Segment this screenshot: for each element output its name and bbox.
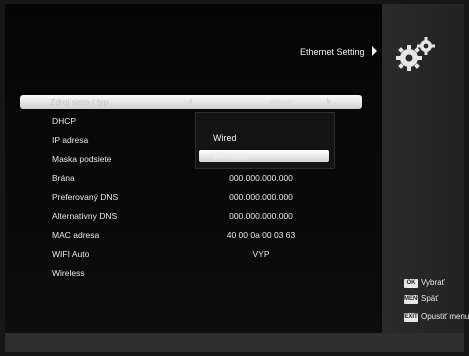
help-exit-label: Opustiť menu bbox=[421, 312, 469, 321]
menu-value-gateway: 000.000.000.000 bbox=[229, 173, 293, 183]
menu-key-icon: MENU bbox=[404, 294, 422, 304]
exit-key-icon: EXIT bbox=[404, 312, 418, 322]
menu-value-wireless bbox=[222, 265, 300, 281]
menu-row-gateway[interactable]: Brána bbox=[52, 170, 75, 186]
network-type-value: Wired bbox=[269, 97, 293, 107]
dropdown-option-wired[interactable]: Wired bbox=[213, 131, 237, 145]
menu-row-dhcp[interactable]: DHCP bbox=[52, 113, 76, 129]
help-ok: OK Vybrať bbox=[404, 276, 445, 290]
menu-row-ip-address[interactable]: IP adresa bbox=[52, 132, 88, 148]
page-title: Ethernet Setting bbox=[300, 47, 365, 57]
help-exit: EXIT Opustiť menu bbox=[404, 310, 469, 324]
gears-icon bbox=[396, 37, 435, 71]
menu-row-mac-address[interactable]: MAC adresa bbox=[52, 227, 99, 243]
title-arrow-icon bbox=[372, 46, 377, 56]
menu-row-subnet-mask[interactable]: Maska podsiete bbox=[52, 151, 112, 167]
menu-value-mac-address: 40 00 0a 00 03 63 bbox=[226, 230, 296, 240]
arrow-left-icon[interactable] bbox=[188, 98, 192, 106]
network-type-dropdown: Wired Wireless bbox=[195, 112, 335, 169]
menu-row-wireless[interactable]: Wireless bbox=[52, 265, 85, 281]
menu-value-wifi-auto: VYP bbox=[252, 249, 270, 259]
network-type-label: Zdroj siete / typ bbox=[50, 97, 109, 107]
arrow-right-icon[interactable] bbox=[327, 98, 331, 106]
ok-key-icon: OK bbox=[404, 278, 418, 288]
menu-row-alternate-dns[interactable]: Alternatívny DNS bbox=[52, 208, 117, 224]
settings-screen: Ethernet Setting Zdroj siete / typ Wired bbox=[0, 0, 469, 356]
network-type-row[interactable]: Zdroj siete / typ Wired bbox=[20, 95, 362, 109]
help-ok-label: Vybrať bbox=[421, 278, 445, 287]
bottom-bar bbox=[5, 333, 464, 352]
dropdown-option-wireless[interactable]: Wireless bbox=[213, 149, 248, 163]
help-menu-label: Späť bbox=[421, 294, 439, 303]
menu-row-wifi-auto[interactable]: WIFI Auto bbox=[52, 246, 89, 262]
help-menu: MENUSpäť bbox=[404, 292, 438, 306]
menu-value-preferred-dns: 000.000.000.000 bbox=[229, 192, 293, 202]
menu-value-alternate-dns: 000.000.000.000 bbox=[229, 211, 293, 221]
menu-row-preferred-dns[interactable]: Preferovaný DNS bbox=[52, 189, 118, 205]
